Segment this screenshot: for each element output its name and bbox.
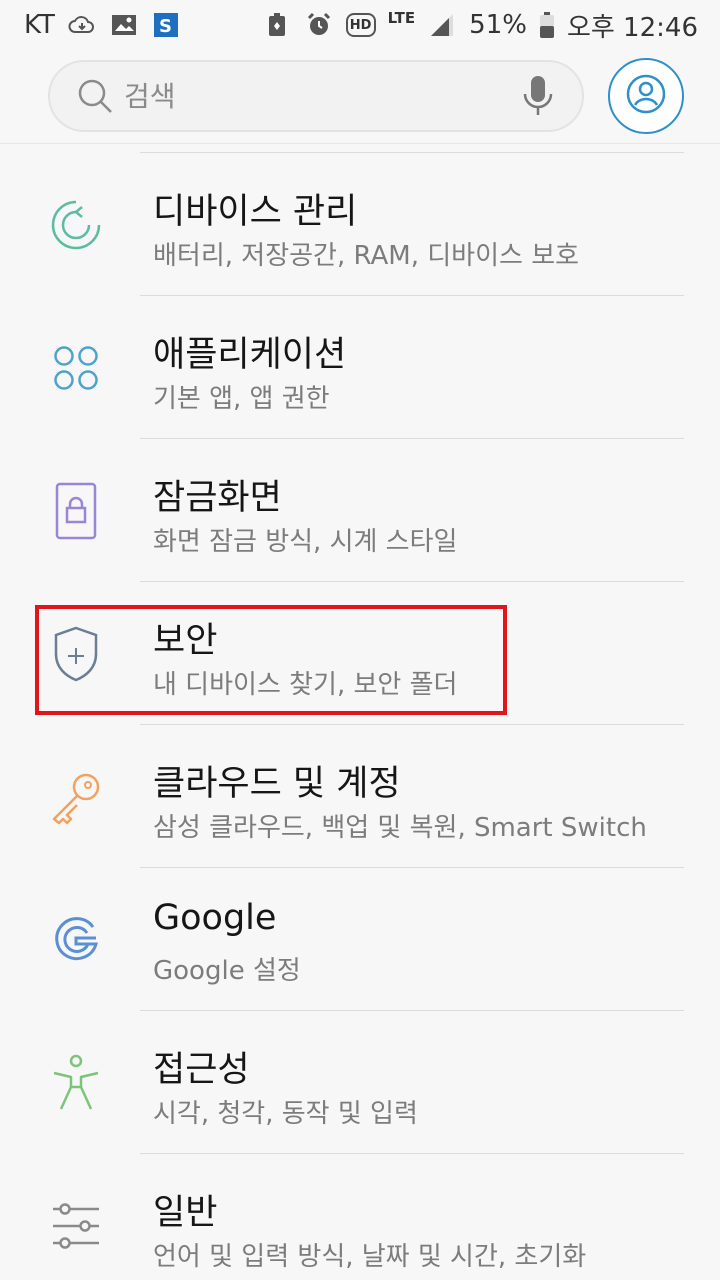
settings-list: 디바이스 관리 배터리, 저장공간, RAM, 디바이스 보호 애플리케이션 기… [0,153,720,1280]
settings-item-title: Google [153,898,277,938]
hd-voice-icon: HD [345,13,376,37]
settings-item-applications[interactable]: 애플리케이션 기본 앱, 앱 권한 [0,296,720,439]
list-top-divider [140,152,684,153]
lte-label: LTE [387,9,416,27]
key-icon [48,769,104,825]
settings-item-general[interactable]: 일반 언어 및 입력 방식, 날짜 및 시간, 초기화 [0,1154,720,1280]
accessibility-icon [48,1054,104,1111]
settings-item-title: 클라우드 및 계정 [153,764,401,804]
cloud-sync-icon [67,10,97,40]
lock-screen-icon [48,482,104,540]
carrier-label: KT [24,10,55,40]
settings-item-subtitle: 기본 앱, 앱 권한 [153,384,330,414]
battery-percent: 51% [469,10,527,40]
settings-item-title: 일반 [153,1193,218,1233]
microphone-icon[interactable] [520,74,556,118]
settings-item-title: 잠금화면 [153,478,282,518]
settings-item-lock-screen[interactable]: 잠금화면 화면 잠금 방식, 시계 스타일 [0,439,720,582]
status-bar: KT S HD LTE 51% 오후 12:46 [0,0,720,50]
google-icon [48,912,104,968]
svg-text:S: S [159,16,172,37]
settings-item-subtitle: 시각, 청각, 동작 및 입력 [153,1099,418,1129]
settings-item-subtitle: 삼성 클라우드, 백업 및 복원, Smart Switch [153,813,647,843]
battery-icon [539,10,555,40]
device-maintenance-icon [48,197,104,253]
search-row [0,58,720,138]
profile-button[interactable] [608,58,684,134]
alarm-icon [304,10,334,40]
s-note-icon: S [151,10,181,40]
settings-item-accessibility[interactable]: 접근성 시각, 청각, 동작 및 입력 [0,1011,720,1154]
gallery-icon [109,10,139,40]
settings-item-google[interactable]: Google Google 설정 [0,868,720,1011]
general-management-icon [48,1198,104,1254]
security-highlight-box [35,605,507,715]
settings-item-subtitle: 배터리, 저장공간, RAM, 디바이스 보호 [153,241,580,271]
settings-item-subtitle: 언어 및 입력 방식, 날짜 및 시간, 초기화 [153,1242,587,1272]
search-input[interactable] [124,79,520,113]
hd-label: HD [349,17,372,33]
search-icon [76,77,114,115]
settings-item-title: 애플리케이션 [153,335,347,375]
settings-item-subtitle: 화면 잠금 방식, 시계 스타일 [153,527,458,557]
header-divider [0,143,720,144]
search-bar[interactable] [48,60,584,132]
battery-saver-icon [262,10,292,40]
status-bar-right: HD LTE 51% 오후 12:46 [262,7,698,44]
profile-icon [624,72,668,120]
clock: 오후 12:46 [566,12,698,43]
settings-item-cloud-accounts[interactable]: 클라우드 및 계정 삼성 클라우드, 백업 및 복원, Smart Switch [0,725,720,868]
settings-item-subtitle: Google 설정 [153,956,301,986]
signal-icon [427,10,457,40]
status-bar-left: KT S [24,10,181,40]
settings-item-title: 접근성 [153,1050,250,1090]
apps-icon [48,340,104,396]
settings-item-device-maintenance[interactable]: 디바이스 관리 배터리, 저장공간, RAM, 디바이스 보호 [0,153,720,296]
settings-item-title: 디바이스 관리 [153,192,358,232]
